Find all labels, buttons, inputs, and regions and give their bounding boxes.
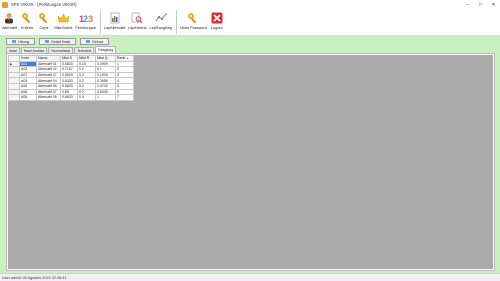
toolbar-crips[interactable]: Crips <box>37 9 51 30</box>
toolbar-logout[interactable]: Logout <box>210 9 224 30</box>
window-controls: – □ ✕ <box>461 0 500 9</box>
status-bar: User admin 05 Agustus 2022 22:48:41 <box>0 273 500 281</box>
tab-rangking[interactable]: Rangking <box>95 46 117 53</box>
table-cell[interactable]: Alternatif 07 <box>36 88 61 96</box>
hitung-button[interactable]: Hitung <box>6 38 35 45</box>
keluar-button[interactable]: Keluar <box>80 38 110 45</box>
close-window-button[interactable]: ✕ <box>487 0 500 9</box>
key-icon <box>186 11 200 25</box>
table-cell[interactable]: A05 <box>19 94 37 101</box>
table-row[interactable]: A05 Alternatif 05 0.6833 0.4 1 7 <box>8 94 134 101</box>
key-icon <box>20 11 34 25</box>
toolbar-nilai-bobot[interactable]: Nilai Bobot <box>54 9 72 30</box>
svg-text:3: 3 <box>88 14 93 24</box>
toolbar-alternatif[interactable]: Alternatif <box>2 9 17 30</box>
sort-ascending-icon: ▲ <box>126 57 129 61</box>
action-buttons: Hitung Detail Hasil Keluar <box>6 38 110 45</box>
table-cell[interactable]: 0.6833 <box>60 94 78 101</box>
row-header[interactable] <box>8 94 20 101</box>
toolbar-perhitungan[interactable]: 123 Perhitungan <box>75 9 95 30</box>
minimize-button[interactable]: – <box>461 0 474 9</box>
button-icon <box>44 40 49 43</box>
chart-icon <box>154 11 168 25</box>
table-cell[interactable]: 7 <box>115 94 134 101</box>
numbers-icon: 123 <box>79 11 93 25</box>
close-icon <box>210 11 224 25</box>
toolbar-lapkriteria[interactable]: LapKriteria <box>128 9 147 30</box>
table-cell[interactable]: Alternatif 05 <box>36 94 61 101</box>
crown-icon <box>56 11 70 25</box>
maximize-button[interactable]: □ <box>474 0 487 9</box>
person-icon <box>2 11 16 25</box>
report-search-icon <box>130 11 144 25</box>
toolbar-laprangking[interactable]: LapRangking <box>150 9 172 30</box>
window-title: SPK VIKOR - [Perhitungan VIKOR] <box>11 2 77 7</box>
report-icon <box>108 11 122 25</box>
toolbar-separator <box>99 10 101 34</box>
table-cell[interactable]: 1 <box>95 94 116 101</box>
toolbar-lapalternatif[interactable]: LapAlternatif <box>104 9 125 30</box>
button-icon <box>12 40 16 43</box>
toolbar: Alternatif Kriteria Crips Nilai Bobot 12… <box>0 9 500 36</box>
key-icon <box>37 11 51 25</box>
button-icon <box>86 40 91 43</box>
toolbar-separator <box>175 10 177 34</box>
toolbar-ubah-password[interactable]: Ubah Password <box>180 9 207 30</box>
title-bar: SPK VIKOR - [Perhitungan VIKOR] – □ ✕ <box>0 0 500 9</box>
detail-hasil-button[interactable]: Detail Hasil <box>38 38 77 45</box>
table-cell[interactable]: Alternatif 01 <box>36 60 61 68</box>
status-text: User admin 05 Agustus 2022 22:48:41 <box>2 275 67 280</box>
ranking-table: Kode Nama Nilai S Nilai R Nilai Q Rank ▲… <box>8 55 134 101</box>
table-cell[interactable]: 0.4 <box>77 94 96 101</box>
app-icon <box>2 1 8 8</box>
table-cell[interactable]: Alternatif 04 <box>36 77 61 84</box>
toolbar-kriteria[interactable]: Kriteria <box>20 9 34 30</box>
